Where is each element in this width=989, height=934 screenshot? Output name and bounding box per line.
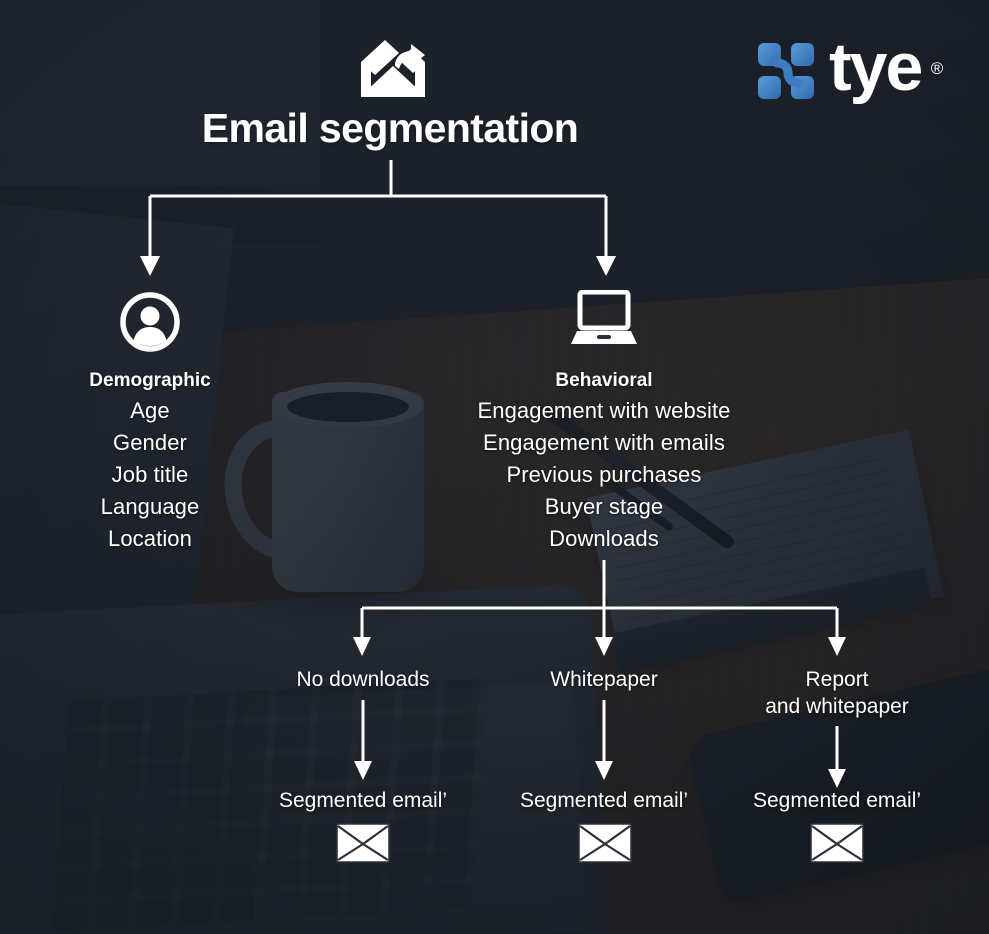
outcome-label-whitepaper: Whitepaper (550, 668, 658, 691)
laptop-icon (571, 289, 637, 348)
segmented-email-result: Segmented email’ (278, 789, 448, 812)
behavioral-item: Previous purchases (506, 462, 702, 487)
demographic-item: Job title (111, 462, 189, 487)
envelope-icon (336, 823, 390, 863)
outcome-label-report-and-whitepaper: Report and whitepaper (722, 666, 952, 720)
infographic-content: tye ® Email segmentation Demographic Age… (0, 0, 989, 934)
segmented-email-result: Segmented email’ (519, 789, 689, 812)
outcome-label-line-2: and whitepaper (765, 695, 909, 718)
demographic-heading: Demographic (89, 370, 211, 391)
outcome-label-line-1: Report (805, 668, 869, 691)
behavioral-item: Buyer stage (544, 494, 664, 519)
behavioral-column: Behavioral Engagement with website Engag… (424, 370, 784, 555)
demographic-item: Age (130, 398, 170, 423)
demographic-item: Location (108, 526, 192, 551)
behavioral-heading: Behavioral (555, 370, 653, 391)
demographic-item: Language (100, 494, 200, 519)
demographic-column: Demographic Age Gender Job title Languag… (30, 370, 270, 555)
envelope-icon (810, 823, 864, 863)
page-title: Email segmentation (201, 105, 579, 151)
registered-trademark-symbol: ® (930, 59, 943, 78)
envelope-icon (578, 823, 632, 863)
segmented-email-result: Segmented email’ (752, 789, 922, 812)
page-title-wrapper: Email segmentation (160, 105, 620, 152)
tye-logo: tye ® (757, 33, 943, 101)
tye-wordmark: tye ® (829, 33, 943, 101)
behavioral-item: Engagement with emails (483, 430, 725, 455)
open-envelope-share-icon (359, 36, 427, 98)
infographic-canvas: tye ® Email segmentation Demographic Age… (0, 0, 989, 934)
demographic-item: Gender (113, 430, 187, 455)
tye-logo-squares-icon (757, 42, 815, 100)
person-circle-icon (120, 292, 180, 352)
behavioral-item: Downloads (549, 526, 659, 551)
behavioral-item: Engagement with website (477, 398, 731, 423)
brand-name: tye (829, 29, 923, 105)
outcome-label-no-downloads: No downloads (296, 668, 430, 691)
